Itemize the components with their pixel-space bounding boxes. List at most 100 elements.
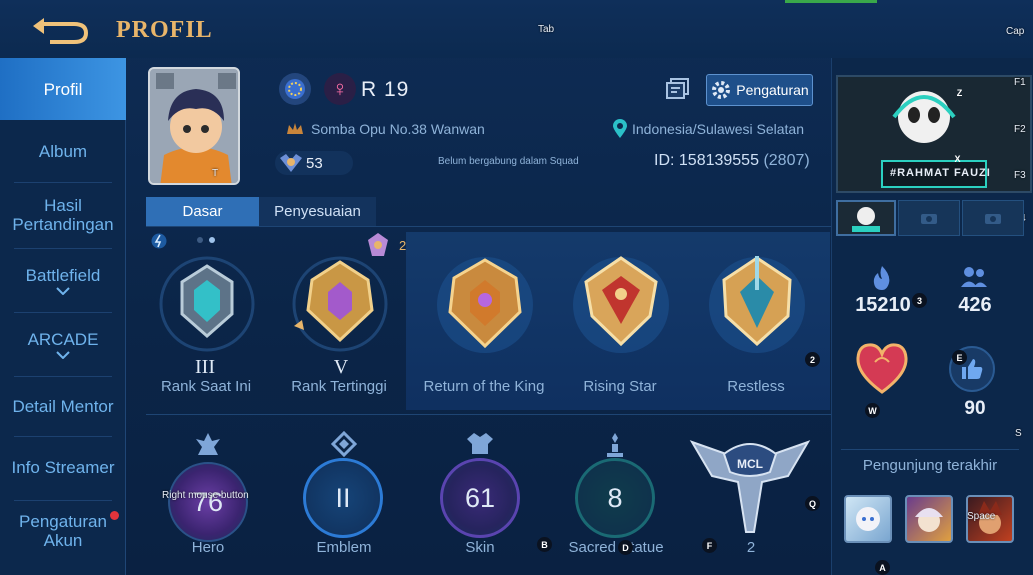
sidebar-item-album[interactable]: Album xyxy=(0,121,126,181)
squad-name: Somba Opu No.38 Wanwan xyxy=(311,121,485,137)
recent-visitors-title: Pengunjung terakhir xyxy=(862,457,998,474)
chevron-down-icon xyxy=(56,350,70,359)
flag-badge[interactable] xyxy=(279,73,311,105)
status-strip xyxy=(785,0,877,3)
sidebar-item-hasil-pertandingan[interactable]: Hasil Pertandingan xyxy=(0,183,126,247)
season-medal-restless-label: Restless xyxy=(727,378,785,395)
back-arrow-icon[interactable] xyxy=(30,14,90,44)
level-value: 53 xyxy=(306,155,323,172)
row-divider xyxy=(146,414,831,415)
season-medal-restless-icon[interactable] xyxy=(702,250,812,360)
key-hint-w: W xyxy=(865,403,880,418)
popularity-flame-icon xyxy=(873,266,890,290)
mcl-trophy-icon[interactable]: MCL xyxy=(688,432,812,536)
settings-button[interactable]: Pengaturan xyxy=(706,74,813,106)
sidebar-item-pengaturan-akun[interactable]: Pengaturan Akun xyxy=(0,504,126,558)
key-hint-d: D xyxy=(618,540,633,555)
sidebar-item-label: Battlefield xyxy=(25,265,101,285)
squad-status: Belum bergabung dalam Squad xyxy=(438,156,579,167)
hero-label: Hero xyxy=(191,539,225,556)
sidebar-item-detail-mentor[interactable]: Detail Mentor xyxy=(0,378,126,434)
hero-icon xyxy=(196,433,220,455)
highest-rank-roman: V xyxy=(333,356,349,378)
gear-icon xyxy=(712,81,731,99)
season-medal-return-king-icon[interactable] xyxy=(430,250,540,360)
season-medal-rising-star-icon[interactable] xyxy=(566,250,676,360)
tab-divider xyxy=(146,226,831,227)
statue-label: Sacred Statue xyxy=(568,539,664,556)
tab-dasar[interactable]: Dasar xyxy=(146,197,259,226)
banner-thumb-icon xyxy=(852,207,880,232)
server-id: (2807) xyxy=(763,152,810,169)
banner-slot-1[interactable] xyxy=(836,200,896,236)
key-hint-f2: F2 xyxy=(1014,124,1026,135)
level-wings-icon xyxy=(280,154,302,172)
popularity-value: 15210 xyxy=(855,294,911,316)
banner-slot-3[interactable] xyxy=(962,200,1024,236)
chevron-down-icon xyxy=(56,286,70,295)
tab-penyesuaian[interactable]: Penyesuaian xyxy=(259,197,376,226)
heart-charm-icon[interactable] xyxy=(855,342,909,394)
hero-count-ring[interactable]: 76 xyxy=(168,462,248,542)
gender-female-icon: ♀ xyxy=(324,73,356,105)
key-hint-3: 3 xyxy=(912,293,927,308)
banner-slot-2[interactable] xyxy=(898,200,960,236)
key-hint-f1: F1 xyxy=(1014,77,1026,88)
skin-icon xyxy=(467,433,493,454)
recent-visitor-avatar[interactable] xyxy=(844,495,892,543)
highest-badge-count: 2 xyxy=(399,238,407,253)
highest-rank-medal-icon[interactable] xyxy=(280,252,400,352)
highest-rank-label: Rank Tertinggi xyxy=(291,378,387,395)
recent-visitor-avatar[interactable] xyxy=(905,495,953,543)
key-hint-rmb: Right mouse button xyxy=(162,490,249,501)
emblem-icon xyxy=(331,431,357,457)
key-hint-s: S xyxy=(1015,428,1022,439)
rank-level: R 19 xyxy=(361,78,410,101)
page-title: PROFIL xyxy=(116,17,213,43)
squad-crown-icon xyxy=(287,123,303,134)
globe-icon xyxy=(285,79,305,99)
current-rank-medal-icon[interactable] xyxy=(152,252,262,352)
camera-icon xyxy=(985,214,1001,224)
followers-value: 426 xyxy=(958,294,992,316)
statue-count-ring[interactable]: 8 xyxy=(575,458,655,538)
camera-icon xyxy=(921,214,937,224)
skin-label: Skin xyxy=(465,539,495,556)
profile-banner[interactable]: #RAHMAT FAUZI xyxy=(836,75,1032,193)
key-hint-space: Space xyxy=(967,511,996,522)
share-card-icon[interactable] xyxy=(666,78,690,100)
settings-label: Pengaturan xyxy=(736,82,809,98)
page-dot xyxy=(197,237,203,243)
avatar-portrait-icon xyxy=(150,69,238,183)
visitor-portrait-icon xyxy=(915,508,943,532)
key-hint-2: 2 xyxy=(805,352,820,367)
sidebar-item-arcade[interactable]: ARCADE xyxy=(0,314,126,374)
key-hint-cap: Cap xyxy=(1006,26,1025,37)
key-hint-e: E xyxy=(952,350,967,365)
skin-count-ring[interactable]: 61 xyxy=(440,458,520,538)
emblem-label: Emblem xyxy=(316,539,372,556)
visitor-portrait-icon xyxy=(856,507,880,531)
season-medal-return-king-label: Return of the King xyxy=(423,378,545,395)
season-medal-rising-star-label: Rising Star xyxy=(583,378,657,395)
sidebar-item-profil[interactable]: Profil xyxy=(0,58,126,120)
panel-divider xyxy=(841,449,1019,450)
sidebar: Profil Album Hasil Pertandingan Battlefi… xyxy=(0,58,126,575)
sidebar-item-info-streamer[interactable]: Info Streamer xyxy=(0,438,126,496)
player-avatar[interactable] xyxy=(148,67,240,185)
key-hint-b: B xyxy=(537,537,552,552)
key-hint-t: T xyxy=(212,168,219,179)
mcl-badge-text: MCL xyxy=(737,457,763,471)
key-hint-x: X xyxy=(954,153,961,164)
emblem-count-ring[interactable]: II xyxy=(303,458,383,538)
mcl-count: 2 xyxy=(746,539,756,556)
location-text: Indonesia/Sulawesi Selatan xyxy=(632,121,805,137)
key-hint-z: Z xyxy=(956,87,963,98)
notification-dot xyxy=(110,511,119,520)
key-hint-a: A xyxy=(875,560,890,575)
swap-icon[interactable] xyxy=(150,233,168,249)
sidebar-item-label: ARCADE xyxy=(27,329,99,349)
key-hint-tab: Tab xyxy=(538,24,555,35)
sidebar-item-battlefield[interactable]: Battlefield xyxy=(0,250,126,310)
banner-text: #RAHMAT FAUZI xyxy=(890,167,991,179)
